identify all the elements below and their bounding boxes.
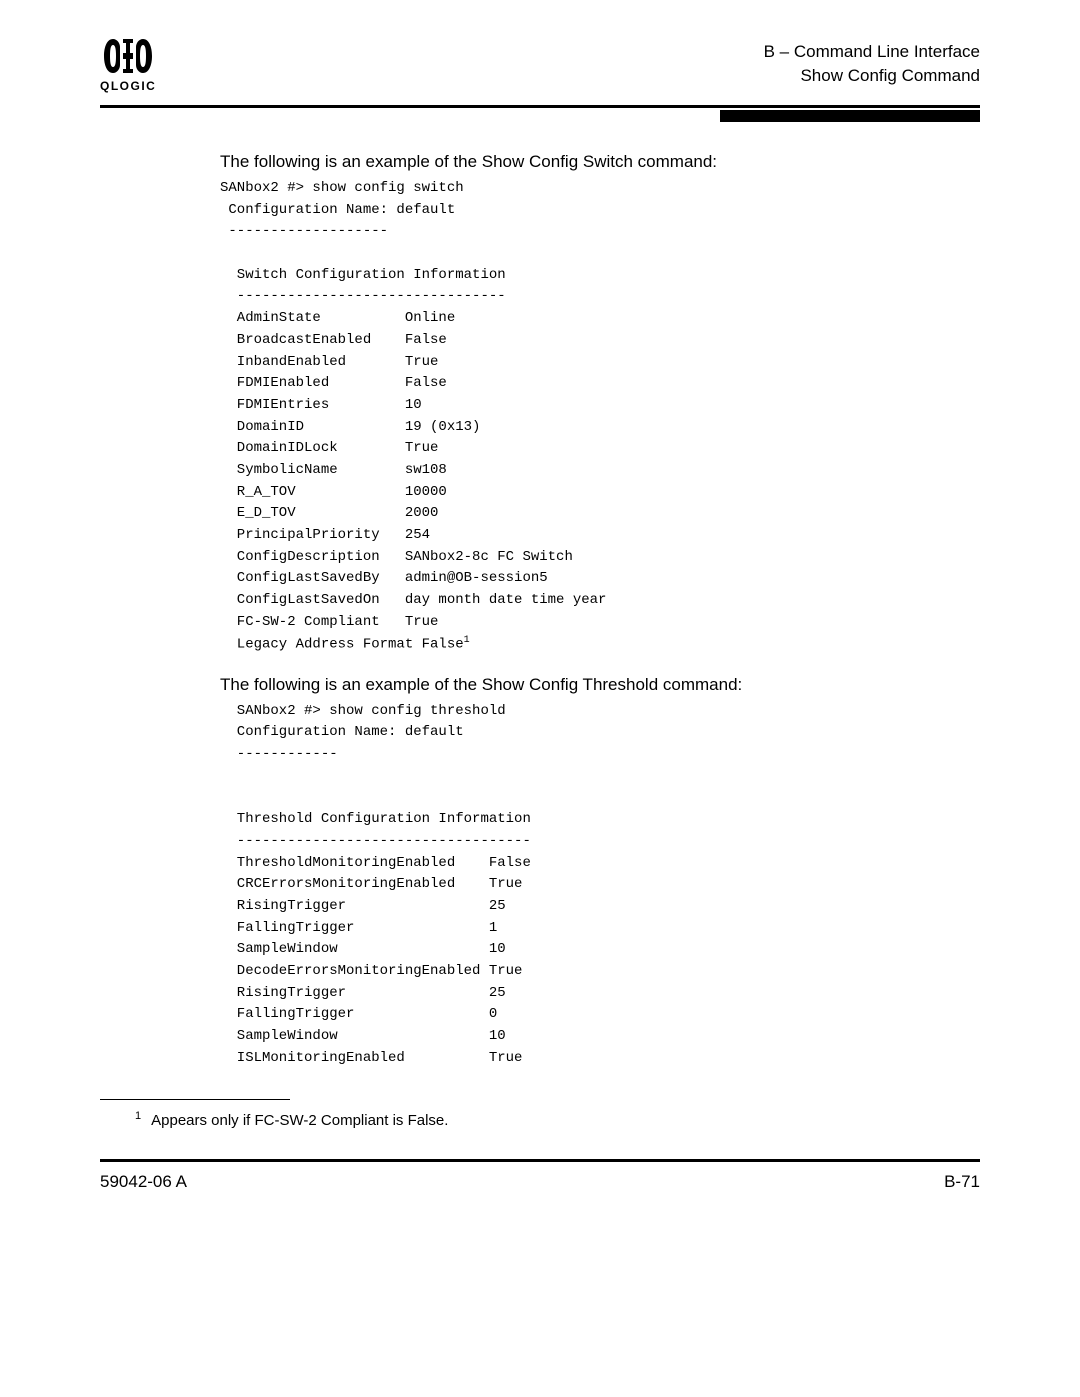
footnote-number: 1 <box>135 1110 141 1122</box>
qlogic-logo-icon <box>103 35 153 77</box>
page-header: QLOGIC B – Command Line Interface Show C… <box>100 40 980 93</box>
footer-rule <box>100 1159 980 1162</box>
code-block-switch: SANbox2 #> show config switch Configurat… <box>220 178 980 657</box>
page-footer: 59042-06 A B-71 <box>100 1172 980 1192</box>
footer-right: B-71 <box>944 1172 980 1192</box>
footnote-text: Appears only if FC-SW-2 Compliant is Fal… <box>151 1112 448 1129</box>
header-section-title: B – Command Line Interface <box>764 40 980 64</box>
footer-left: 59042-06 A <box>100 1172 187 1192</box>
section2-intro: The following is an example of the Show … <box>220 675 980 695</box>
code-block-threshold: SANbox2 #> show config threshold Configu… <box>220 701 980 1070</box>
footnote: 1 Appears only if FC-SW-2 Compliant is Fa… <box>135 1110 980 1129</box>
logo: QLOGIC <box>100 35 156 93</box>
header-subsection-title: Show Config Command <box>764 64 980 88</box>
logo-text: QLOGIC <box>100 79 156 93</box>
page-content: The following is an example of the Show … <box>100 152 980 1069</box>
accent-bar <box>720 110 980 122</box>
section1-intro: The following is an example of the Show … <box>220 152 980 172</box>
header-accent <box>100 110 980 122</box>
footnote-rule <box>100 1099 290 1100</box>
header-titles: B – Command Line Interface Show Config C… <box>764 40 980 88</box>
header-rule <box>100 105 980 108</box>
